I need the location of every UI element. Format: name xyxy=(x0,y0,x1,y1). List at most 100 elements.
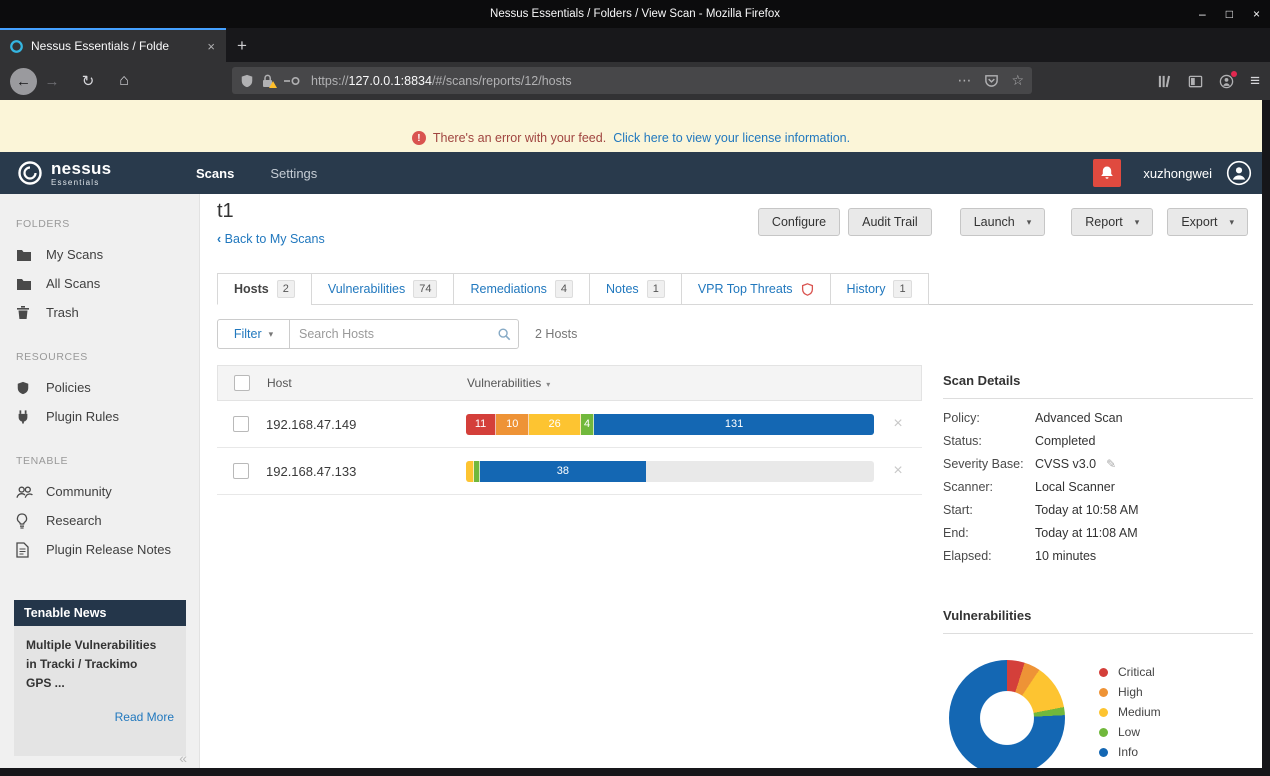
severity-segment-critical: 11 xyxy=(466,413,497,435)
site-favicon xyxy=(9,39,24,54)
host-ip[interactable]: 192.168.47.149 xyxy=(266,417,466,432)
pocket-icon[interactable] xyxy=(984,73,999,88)
plug-icon xyxy=(16,409,36,424)
sidebar-collapse-icon[interactable]: « xyxy=(179,750,187,766)
nav-scans[interactable]: Scans xyxy=(196,166,234,181)
nessus-logo[interactable]: nessus Essentials xyxy=(16,159,166,187)
nessus-logo-icon xyxy=(16,159,44,187)
close-button[interactable]: × xyxy=(1253,7,1260,21)
back-button[interactable]: ← xyxy=(10,67,37,95)
url-bar[interactable]: https://127.0.0.1:8834/#/scans/reports/1… xyxy=(232,67,1032,94)
brand-name: nessus xyxy=(51,158,112,178)
people-icon xyxy=(16,485,36,499)
account-icon[interactable] xyxy=(1219,70,1238,89)
page-actions-icon[interactable]: ⋯ xyxy=(957,72,972,89)
sidebar-item-community[interactable]: Community xyxy=(0,477,199,506)
audit-trail-button[interactable]: Audit Trail xyxy=(848,208,932,236)
sidebar-item-research[interactable]: Research xyxy=(0,506,199,535)
sidebar: FOLDERS My Scans All Scans Trash RESOURC… xyxy=(0,194,200,768)
tab-close-icon[interactable]: × xyxy=(205,39,217,54)
scan-title: t1 xyxy=(217,200,234,222)
browser-tab[interactable]: Nessus Essentials / Folde × xyxy=(0,28,226,62)
read-more-link[interactable]: Read More xyxy=(26,710,174,724)
nav-settings[interactable]: Settings xyxy=(270,166,317,181)
legend-dot-low xyxy=(1099,727,1108,737)
row-checkbox[interactable] xyxy=(233,416,249,432)
tab-vpr-top-threats[interactable]: VPR Top Threats xyxy=(680,273,831,305)
permissions-icon[interactable] xyxy=(284,76,300,86)
sidebar-item-label: Community xyxy=(46,484,112,499)
legend-dot-high xyxy=(1099,687,1108,697)
minimize-button[interactable]: – xyxy=(1199,7,1206,21)
maximize-button[interactable]: □ xyxy=(1226,7,1233,21)
reload-button[interactable]: ↻ xyxy=(73,72,103,90)
error-icon: ! xyxy=(411,131,426,145)
select-all-checkbox[interactable] xyxy=(234,375,250,391)
tab-remediations[interactable]: Remediations 4 xyxy=(453,273,591,305)
table-row[interactable]: 192.168.47.149 11 10 26 4 131 × xyxy=(217,401,922,448)
host-ip[interactable]: 192.168.47.133 xyxy=(266,464,466,479)
export-button[interactable]: Export ▾ xyxy=(1167,208,1248,236)
new-tab-button[interactable]: + xyxy=(226,30,258,62)
user-avatar[interactable] xyxy=(1226,160,1252,186)
shield-icon xyxy=(16,380,36,396)
tracking-protection-shield-icon[interactable] xyxy=(240,73,254,89)
main-content: t1 ‹ Back to My Scans Configure Audit Tr… xyxy=(200,194,1262,768)
table-header-row: Host Vulnerabilities ▾ xyxy=(217,365,922,401)
row-checkbox[interactable] xyxy=(233,463,249,479)
legend-dot-medium xyxy=(1099,707,1108,717)
chart-legend: Critical High Medium Low Info xyxy=(1099,662,1161,762)
sidebar-item-my-scans[interactable]: My Scans xyxy=(0,240,199,269)
sidebar-item-trash[interactable]: Trash xyxy=(0,298,199,327)
section-title-tenable: TENABLE xyxy=(16,455,69,467)
url-text[interactable]: https://127.0.0.1:8834/#/scans/reports/1… xyxy=(311,74,572,88)
sidebar-item-policies[interactable]: Policies xyxy=(0,373,199,402)
folder-icon xyxy=(16,248,36,262)
tab-notes[interactable]: Notes 1 xyxy=(589,273,682,305)
sidebar-item-all-scans[interactable]: All Scans xyxy=(0,269,199,298)
license-info-link[interactable]: Click here to view your license informat… xyxy=(613,131,850,145)
search-hosts-input[interactable] xyxy=(289,319,519,349)
username[interactable]: xuzhongwei xyxy=(1143,166,1212,181)
configure-button[interactable]: Configure xyxy=(757,208,841,236)
back-chevron-icon: ‹ xyxy=(217,232,222,246)
hosts-table: Host Vulnerabilities ▾ 192.168.47.149 11 1… xyxy=(217,365,922,495)
url-scheme: https:// xyxy=(311,73,349,88)
severity-bar: 11 10 26 4 131 xyxy=(466,413,874,435)
tab-badge: 4 xyxy=(554,280,574,298)
forward-button[interactable]: → xyxy=(37,73,67,90)
vulnerabilities-column-header[interactable]: Vulnerabilities ▾ xyxy=(467,376,875,390)
table-row[interactable]: 192.168.47.133 38 × xyxy=(217,448,922,495)
back-to-my-scans-link[interactable]: ‹ Back to My Scans xyxy=(217,232,325,246)
host-column-header[interactable]: Host xyxy=(267,376,467,390)
remove-host-button[interactable]: × xyxy=(893,415,902,433)
launch-button[interactable]: Launch ▾ xyxy=(959,208,1046,236)
detail-label: Start: xyxy=(943,503,973,517)
document-icon xyxy=(16,541,36,558)
legend-item: Low xyxy=(1099,722,1161,742)
edit-severity-base-icon[interactable]: ✎ xyxy=(1106,457,1116,471)
tab-history[interactable]: History 1 xyxy=(829,273,929,305)
chevron-down-icon: ▾ xyxy=(1229,216,1234,227)
severity-segment-info: 38 xyxy=(480,460,646,482)
sidebar-item-plugin-rules[interactable]: Plugin Rules xyxy=(0,402,199,431)
home-button[interactable]: ⌂ xyxy=(109,72,139,90)
tab-hosts[interactable]: Hosts 2 xyxy=(217,273,312,305)
hamburger-menu-icon[interactable]: ≡ xyxy=(1250,71,1260,91)
report-button[interactable]: Report ▾ xyxy=(1071,208,1154,236)
notifications-bell-button[interactable] xyxy=(1093,159,1122,187)
sidebar-toggle-icon[interactable] xyxy=(1188,74,1203,89)
search-icon[interactable] xyxy=(497,327,511,341)
remove-host-button[interactable]: × xyxy=(893,462,902,480)
brand-subtitle: Essentials xyxy=(51,177,100,187)
nessus-header: nessus Essentials Scans Settings xyxy=(0,152,1262,194)
library-icon[interactable] xyxy=(1157,74,1172,89)
insecure-lock-warning-icon[interactable] xyxy=(261,73,277,89)
sidebar-item-plugin-release-notes[interactable]: Plugin Release Notes xyxy=(0,535,199,564)
vulnerabilities-panel-title: Vulnerabilities xyxy=(943,608,1032,623)
severity-segment-info: 131 xyxy=(594,413,874,435)
bookmark-star-icon[interactable]: ☆ xyxy=(1011,72,1024,89)
filter-button[interactable]: Filter ▾ xyxy=(217,319,290,349)
tab-badge: 1 xyxy=(893,280,912,298)
tab-vulnerabilities[interactable]: Vulnerabilities 74 xyxy=(310,273,455,305)
